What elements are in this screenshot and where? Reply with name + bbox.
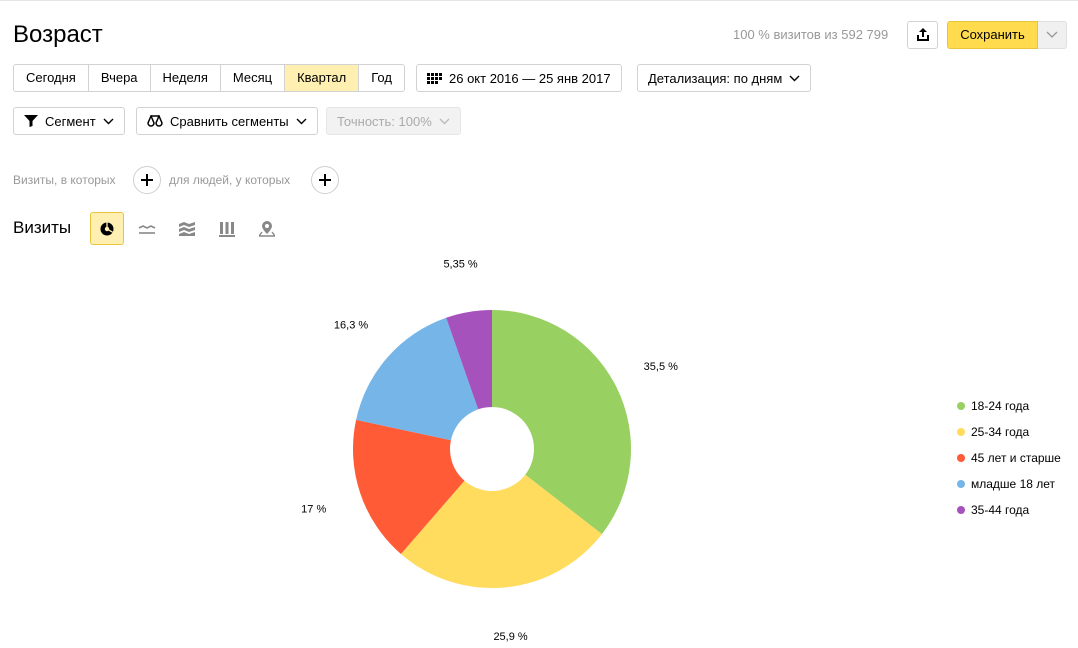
legend-label: 35-44 года <box>971 503 1030 517</box>
legend-label: младше 18 лет <box>971 477 1056 491</box>
legend-marker <box>957 454 965 462</box>
legend-item[interactable]: 45 лет и старше <box>957 445 1061 471</box>
pie-chart: 35,5 % 25,9 % 17 % 16,3 % 5,35 % <box>301 259 678 643</box>
chart-legend: 18-24 года 25-34 года 45 лет и старше младш… <box>957 393 1061 523</box>
slice-label: 5,35 % <box>443 259 477 271</box>
legend-marker <box>957 428 965 436</box>
legend-label: 18-24 года <box>971 399 1030 413</box>
legend-item[interactable]: младше 18 лет <box>957 471 1061 497</box>
slice-label: 35,5 % <box>644 361 678 373</box>
slice-label: 17 % <box>301 504 326 516</box>
slice-label: 25,9 % <box>493 631 527 643</box>
legend-marker <box>957 480 965 488</box>
legend-label: 45 лет и старше <box>971 451 1061 465</box>
donut-hole <box>450 407 534 491</box>
slice-label: 16,3 % <box>334 320 368 332</box>
legend-marker <box>957 402 965 410</box>
legend-item[interactable]: 18-24 года <box>957 393 1061 419</box>
legend-marker <box>957 506 965 514</box>
legend-item[interactable]: 35-44 года <box>957 497 1061 523</box>
legend-label: 25-34 года <box>971 425 1030 439</box>
legend-item[interactable]: 25-34 года <box>957 419 1061 445</box>
